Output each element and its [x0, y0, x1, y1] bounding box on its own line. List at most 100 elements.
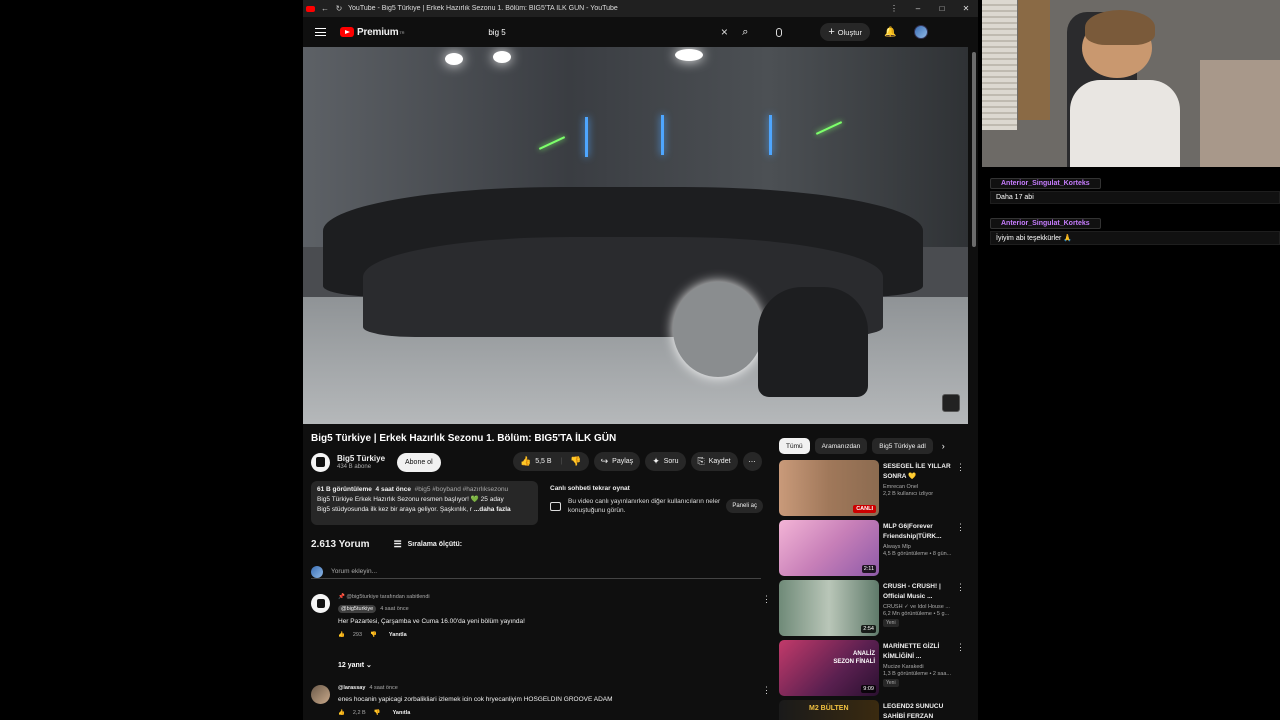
comment-author[interactable]: @big5turkiye — [338, 605, 377, 613]
back-arrow-icon[interactable]: ← — [320, 4, 330, 13]
bed — [1200, 60, 1280, 167]
new-badge: Yeni — [883, 619, 899, 627]
search-icon[interactable]: ⌕ — [734, 26, 756, 39]
comment-like-count: 2,2 B — [352, 710, 366, 716]
scrollbar-thumb[interactable] — [972, 52, 976, 247]
description-box[interactable]: 61 B görüntüleme 4 saat önce #big5 #boyb… — [311, 481, 538, 525]
save-button[interactable]: ⎘ Kaydet — [690, 452, 738, 471]
more-actions-icon[interactable]: ⋯ — [742, 452, 762, 471]
hamburger-menu-icon[interactable] — [315, 28, 326, 36]
neon-tube — [585, 117, 588, 157]
window-title: YouTube - Big5 Türkiye | Erkek Hazırlık … — [348, 5, 618, 12]
reply-button[interactable]: Yanıtla — [389, 632, 407, 638]
chip-channel[interactable]: Big5 Türkiye adl — [872, 438, 933, 454]
show-more-link[interactable]: ...daha fazla — [474, 506, 511, 513]
comment-count: 2.613 Yorum — [311, 539, 370, 550]
account-avatar[interactable] — [914, 25, 929, 39]
video-player[interactable] — [303, 47, 968, 424]
recommendation-title[interactable]: CRUSH - CRUSH! | Official Music ... — [883, 582, 959, 602]
recommendation-thumbnail[interactable]: 2:54 — [779, 580, 879, 636]
studio-light — [445, 53, 463, 65]
duration-badge: 2:54 — [861, 625, 876, 633]
stream-chat: Anterior_Singulat_Korteks Daha 17 abi An… — [990, 172, 1280, 253]
user-avatar — [311, 565, 323, 578]
youtube-premium-logo[interactable]: Premium TR — [340, 26, 405, 38]
recommendation-channel[interactable]: Mucize Karakedi — [883, 664, 959, 670]
ask-button[interactable]: ✦ Soru — [645, 452, 686, 471]
reload-icon[interactable]: ↻ — [334, 4, 344, 13]
recommendation-menu-icon[interactable]: ⋮ — [956, 462, 965, 473]
recommendation-channel[interactable]: Always Mlp — [883, 544, 959, 550]
channel-name[interactable]: Big5 Türkiye — [337, 454, 397, 463]
webcam-overlay — [982, 0, 1280, 167]
window-blind — [982, 0, 1017, 130]
recommendation-meta: 1,3 B görüntüleme • 2 saa... — [883, 671, 951, 677]
recommendation-menu-icon[interactable]: ⋮ — [956, 582, 965, 593]
recommendation-thumbnail[interactable]: ANALİZ SEZON FİNALİ 9:09 — [779, 640, 879, 696]
sort-icon: ☰ — [393, 539, 402, 549]
recommendation-title[interactable]: LEGEND2 SUNUCU SAHİBİ FERZAN — [883, 702, 959, 720]
recommendation-item[interactable]: 2:11 MLP G6|Forever Friendship|TÜRK... Al… — [779, 520, 969, 576]
hashtags[interactable]: #big5 #boyband #hazırlıksezonu — [415, 486, 509, 493]
chat-username: Anterior_Singulat_Korteks — [990, 218, 1101, 229]
recommendation-menu-icon[interactable]: ⋮ — [956, 522, 965, 533]
chat-text: Daha 17 abi — [990, 191, 1280, 204]
open-panel-button[interactable]: Paneli aç — [726, 499, 763, 513]
recommendation-item[interactable]: CANLI SESEGEL İLE YILLAR SONRA 💛 Emrecan … — [779, 460, 969, 516]
comment-menu-icon[interactable]: ⋮ — [762, 685, 771, 696]
chevron-right-icon[interactable]: › — [942, 441, 945, 451]
logo-text: Premium — [357, 26, 399, 38]
recommendation-thumbnail[interactable]: M2 BÜLTEN — [779, 700, 879, 720]
comment-like-icon[interactable]: 👍 — [338, 710, 345, 716]
sort-button[interactable]: ☰ Sıralama ölçütü: — [394, 539, 463, 550]
add-comment-field[interactable]: Yorum ekleyin... — [311, 565, 761, 579]
maximize-icon[interactable]: □ — [930, 4, 954, 13]
recommendation-item[interactable]: M2 BÜLTEN LEGEND2 SUNUCU SAHİBİ FERZAN — [779, 700, 969, 720]
create-button[interactable]: + Oluştur — [820, 23, 870, 41]
comment-text: Her Pazartesi, Çarşamba ve Cuma 16.00'da… — [338, 618, 525, 625]
page-scrollbar[interactable] — [970, 47, 978, 720]
comment-dislike-icon[interactable]: 👎 — [370, 632, 377, 638]
comment-author[interactable]: @larassay — [338, 685, 365, 691]
comment-text: enes hocanin yapicagi zorbalikliari izle… — [338, 696, 613, 703]
recommendation-title[interactable]: MARİNETTE GİZLİ KİMLİĞİNİ ... — [883, 642, 959, 662]
thumbnail-text: M2 BÜLTEN — [809, 705, 849, 712]
recommendation-title[interactable]: SESEGEL İLE YILLAR SONRA 💛 — [883, 462, 959, 482]
share-button[interactable]: ↪ Paylaş — [593, 452, 641, 471]
browser-window: ← ↻ YouTube - Big5 Türkiye | Erkek Hazır… — [303, 0, 978, 720]
close-window-icon[interactable]: ✕ — [954, 4, 978, 13]
microphone-icon[interactable] — [768, 22, 790, 42]
recommendation-thumbnail[interactable]: CANLI — [779, 460, 879, 516]
kebab-menu-icon[interactable]: ⋮ — [882, 4, 906, 13]
comment-avatar[interactable] — [311, 685, 330, 704]
subscribe-button[interactable]: Abone ol — [397, 452, 441, 472]
search-input[interactable]: big 5 — [488, 28, 714, 37]
replies-toggle[interactable]: 12 yanıt ⌄ — [338, 661, 372, 669]
chip-from-search[interactable]: Aramanızdan — [814, 438, 868, 454]
comment-like-icon[interactable]: 👍 — [338, 632, 345, 638]
like-button[interactable]: 👍 5,5 B | 👎 — [513, 452, 589, 471]
comment-item: @larassay 4 saat önce enes hocanin yapica… — [311, 685, 771, 716]
comment-menu-icon[interactable]: ⋮ — [762, 594, 771, 605]
chip-all[interactable]: Tümü — [779, 438, 810, 454]
channel-watermark-icon[interactable] — [942, 394, 960, 412]
recommendation-item[interactable]: ANALİZ SEZON FİNALİ 9:09 MARİNETTE GİZLİ … — [779, 640, 969, 696]
recommendation-menu-icon[interactable]: ⋮ — [956, 642, 965, 653]
recommendation-item[interactable]: 2:54 CRUSH - CRUSH! | Official Music ...… — [779, 580, 969, 636]
notifications-bell-icon[interactable]: 🔔 — [884, 27, 896, 38]
minimize-icon[interactable]: – — [906, 4, 930, 13]
recommendation-thumbnail[interactable]: 2:11 — [779, 520, 879, 576]
recommendation-title[interactable]: MLP G6|Forever Friendship|TÜRK... — [883, 522, 959, 542]
description-line: Big5 stüdyosunda ilk kez bir araya geliy… — [317, 506, 472, 513]
comment-avatar[interactable] — [311, 594, 330, 613]
thumbs-down-icon[interactable]: 👎 — [570, 456, 581, 467]
clear-search-icon[interactable]: × — [714, 25, 734, 39]
neon-tube — [769, 115, 772, 155]
recommendation-meta: 4,5 B görüntüleme • 8 gün... — [883, 551, 952, 557]
recommendation-channel[interactable]: Emrecan Önel — [883, 484, 959, 490]
search-box[interactable]: big 5 × ⌕ — [488, 22, 756, 42]
channel-avatar[interactable] — [311, 452, 330, 472]
recommendation-channel[interactable]: CRUSH ✓ ve Idol House ... — [883, 604, 959, 610]
reply-button[interactable]: Yanıtla — [393, 710, 411, 716]
comment-dislike-icon[interactable]: 👎 — [374, 710, 381, 716]
